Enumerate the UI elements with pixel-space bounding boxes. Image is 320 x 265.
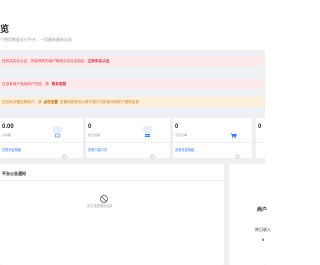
info-icon [235,146,240,159]
orders-detail-link[interactable]: 查看资金明细 [175,147,194,152]
merchant-panel: 商户 昨日收入 0 [229,164,271,265]
merchant-label: 商户 [257,207,268,213]
balance-card: 0.00 户余额 查看资金明细 [0,118,83,159]
verify-now-link[interactable]: 立即实名认证 [88,59,110,63]
orders-card: 0 今日订单 查看资金明细 [173,118,252,159]
balance-label: 户余额 [2,133,12,137]
empty-icon [99,191,109,203]
settlement-setup-link[interactable]: 点击设置 [44,100,58,104]
interface-label: 接口代码 [88,133,101,137]
verify-alert-text: 还完成实名认证，所能得到的商户都将无法实名验证 [2,59,85,63]
wallet-icon [53,126,62,138]
card-icon [143,126,152,137]
orders-label: 今日订单 [175,133,188,137]
extra-value: 0 [258,124,262,130]
empty-text: 暂无该数据该信息 [87,204,113,208]
page-header: 览 个使用数据支付平台，一切最新最新动态 [0,0,265,50]
interface-detail-link[interactable]: 查看口接口详 [88,147,107,152]
notice-alert-text: 还没有商户使用商户完成，请 [2,82,49,86]
interface-value: 0 [88,124,92,130]
balance-detail-link[interactable]: 查看资金明细 [2,147,21,152]
info-icon [62,146,67,159]
settlement-alert: 还没有设置结算账户，请 点击设置 设置收款账号以便于接口付款使用到账户提现信息 [0,97,265,107]
extra-card: 0 [256,118,265,158]
settlement-alert-text: 还没有设置结算账户，请 [2,100,42,104]
cart-icon [229,126,238,139]
verify-alert: 还完成实名认证，所能得到的商户都将无法实名验证 立即实名认证 [0,56,265,66]
contact-support-link[interactable]: 联系客服 [52,82,66,86]
notice-alert: 还没有商户使用商户完成，请 联系客服 [0,79,265,89]
announcement-title: 平台公告通知 [2,171,26,176]
interface-card: 0 接口代码 查看口接口详 [86,118,170,159]
page-subtitle: 个使用数据支付平台，一切最新最新动态 [0,37,72,42]
settlement-alert-suffix: 设置收款账号以便于接口付款使用到账户提现信息 [59,100,139,104]
info-icon [150,146,155,159]
yesterday-income-value: 0 [262,237,265,242]
balance-value: 0.00 [2,124,14,130]
yesterday-income-label: 昨日收入 [255,227,271,232]
dashboard-page: 览 个使用数据支付平台，一切最新最新动态 还完成实名认证，所能得到的商户都将无法… [0,0,271,265]
orders-value: 0 [175,124,179,130]
page-title: 览 [0,24,10,34]
announcement-panel: 平台公告通知 暂无该数据该信息 [0,164,224,265]
